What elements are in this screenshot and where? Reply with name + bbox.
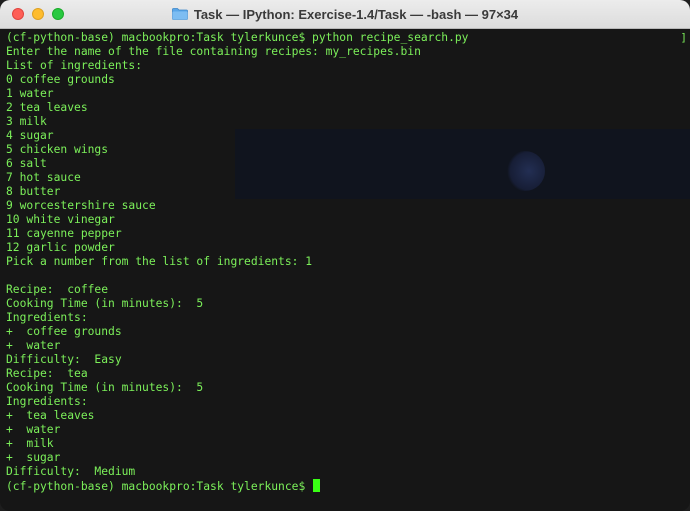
terminal-line: + milk: [6, 437, 54, 450]
terminal-line: 9 worcestershire sauce: [6, 199, 156, 212]
folder-icon: [171, 8, 188, 20]
terminal-line: 0 coffee grounds: [6, 73, 115, 86]
shell-prompt: (cf-python-base) macbookpro:Task tylerku…: [6, 480, 313, 493]
terminal-line: List of ingredients:: [6, 59, 143, 72]
terminal-text: (cf-python-base) macbookpro:Task tylerku…: [6, 31, 469, 493]
terminal-window: Task — IPython: Exercise-1.4/Task — -bas…: [0, 0, 690, 511]
terminal-line: + water: [6, 423, 61, 436]
terminal-line: Difficulty: Easy: [6, 353, 122, 366]
terminal-line: 4 sugar: [6, 129, 54, 142]
terminal-line: Cooking Time (in minutes): 5: [6, 297, 204, 310]
terminal-line: 5 chicken wings: [6, 143, 109, 156]
terminal-line: Pick a number from the list of ingredien…: [6, 255, 313, 268]
terminal-line: 6 salt: [6, 157, 47, 170]
prompt-line[interactable]: (cf-python-base) macbookpro:Task tylerku…: [6, 479, 469, 493]
terminal-line: Difficulty: Medium: [6, 465, 136, 478]
window-title: Task — IPython: Exercise-1.4/Task — -bas…: [193, 6, 519, 22]
terminal-line: + coffee grounds: [6, 325, 122, 338]
terminal-line: Ingredients:: [6, 395, 88, 408]
terminal-line: Recipe: coffee: [6, 283, 109, 296]
terminal-line: Cooking Time (in minutes): 5: [6, 381, 204, 394]
terminal-line: + water: [6, 339, 61, 352]
terminal-line: 2 tea leaves: [6, 101, 88, 114]
terminal-line: Recipe: tea: [6, 367, 88, 380]
terminal-line: 1 water: [6, 87, 54, 100]
terminal-output[interactable]: (cf-python-base) macbookpro:Task tylerku…: [0, 29, 690, 511]
title-bar[interactable]: Task — IPython: Exercise-1.4/Task — -bas…: [0, 0, 690, 29]
background-logo: [505, 151, 545, 191]
text-cursor: [313, 479, 321, 492]
terminal-line: + sugar: [6, 451, 61, 464]
terminal-line: 12 garlic powder: [6, 241, 115, 254]
terminal-line: Enter the name of the file containing re…: [6, 45, 421, 58]
terminal-line: (cf-python-base) macbookpro:Task tylerku…: [6, 31, 469, 44]
terminal-line: 3 milk: [6, 115, 47, 128]
terminal-line: 10 white vinegar: [6, 213, 115, 226]
terminal-line: + tea leaves: [6, 409, 95, 422]
terminal-line: 7 hot sauce: [6, 171, 81, 184]
window-title-area: Task — IPython: Exercise-1.4/Task — -bas…: [0, 0, 690, 28]
scroll-bracket: ]: [680, 31, 687, 44]
terminal-line: Ingredients:: [6, 311, 88, 324]
terminal-line: 8 butter: [6, 185, 61, 198]
terminal-line: 11 cayenne pepper: [6, 227, 122, 240]
